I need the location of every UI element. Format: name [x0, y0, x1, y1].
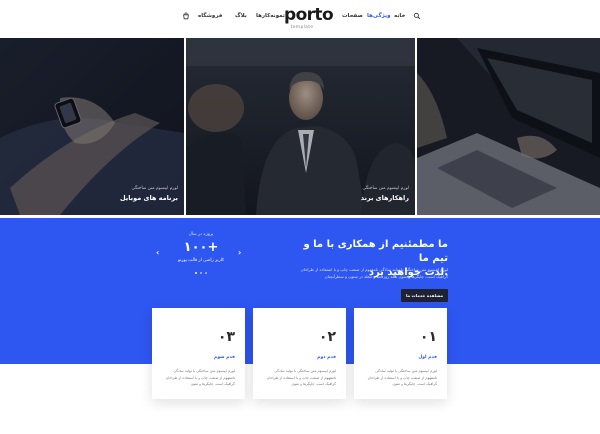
hero-caption-subtitle: لورم ایپسوم متن ساختگی [131, 186, 178, 191]
hero-panel-mobile-apps[interactable]: لورم ایپسوم متن ساختگی برنامه های موبایل [0, 38, 184, 215]
hero-gallery: لورم ایپسوم متن ساختگی برنامه های موبایل [0, 38, 600, 215]
carousel-dot[interactable] [200, 272, 203, 275]
step-number: ۰۳ [217, 329, 235, 345]
hero-panel-laptop[interactable] [417, 38, 600, 215]
nav-features[interactable]: ویژگی‌ها [367, 13, 391, 19]
search-icon[interactable] [413, 12, 421, 20]
carousel-prev-icon[interactable]: ‹ [156, 248, 159, 257]
nav-portfolio[interactable]: تمونه‌کارها [256, 13, 285, 19]
hero-panel-brand-solutions[interactable]: لورم ایپسوم متن ساختگی راهکارهای برند [186, 38, 415, 215]
nav-home[interactable]: خانه [394, 13, 405, 19]
step-card: ۰۳ قدم سوم لورم ایپسوم متن ساختگی با تول… [152, 308, 245, 399]
step-card: ۰۲ قدم دوم لورم ایپسوم متن ساختگی با تول… [253, 308, 346, 399]
logo-wordmark: porto [284, 5, 334, 25]
step-number: ۰۲ [318, 329, 336, 345]
hero-caption-brand-solutions: لورم ایپسوم متن ساختگی راهکارهای برند [361, 186, 409, 202]
carousel-dot[interactable] [205, 272, 208, 275]
hero-caption-title[interactable]: برنامه های موبایل [120, 194, 178, 202]
stat-plus: + [207, 240, 219, 255]
hero-caption-title[interactable]: راهکارهای برند [361, 194, 409, 202]
band-heading-line1: ما مطمئنیم از همکاری با ما و تیم ما [303, 239, 448, 264]
carousel-dots [195, 272, 209, 275]
nav-pages[interactable]: صفحات [342, 13, 363, 19]
stat-carousel: پروژه در سال ۱۰۰+ کاربر راضی از قالب پور… [171, 232, 231, 263]
step-text: لورم ایپسوم متن ساختگی با تولید سادگی نا… [367, 369, 437, 386]
site-header: فروشگاه بلاگ تمونه‌کارها porto template … [0, 0, 600, 38]
band-description: لورم ایپسوم متن ساختگی با تولید سادگی نا… [300, 267, 448, 279]
stat-value: ۱۰۰ [183, 240, 208, 255]
carousel-next-icon[interactable]: › [238, 248, 241, 257]
hero-caption-mobile-apps: لورم ایپسوم متن ساختگی برنامه های موبایل [120, 186, 178, 202]
stat-caption: پروژه در سال [188, 232, 214, 237]
step-label: قدم سوم [214, 355, 235, 360]
view-services-button[interactable]: مشاهده خدمات ما [401, 289, 448, 302]
step-card: ۰۱ قدم اول لورم ایپسوم متن ساختگی با تول… [354, 308, 447, 399]
logo-tagline: template [290, 25, 314, 30]
carousel-dot[interactable] [195, 272, 198, 275]
hero-image-laptop [417, 38, 600, 215]
cart-icon[interactable] [182, 12, 190, 20]
step-text: لورم ایپسوم متن ساختگی با تولید سادگی نا… [165, 369, 235, 386]
step-number: ۰۱ [419, 329, 437, 345]
step-label: قدم اول [418, 355, 437, 360]
stat-number: ۱۰۰+ [171, 240, 231, 255]
stat-subtitle: کاربر راضی از قالب پورتو [177, 258, 225, 263]
step-text: لورم ایپسوم متن ساختگی با تولید سادگی نا… [266, 369, 336, 386]
site-logo[interactable]: porto template [284, 5, 334, 31]
step-label: قدم دوم [317, 355, 336, 360]
nav-blog[interactable]: بلاگ [235, 13, 247, 19]
nav-shop[interactable]: فروشگاه [198, 13, 222, 19]
hero-caption-subtitle: لورم ایپسوم متن ساختگی [362, 186, 409, 191]
